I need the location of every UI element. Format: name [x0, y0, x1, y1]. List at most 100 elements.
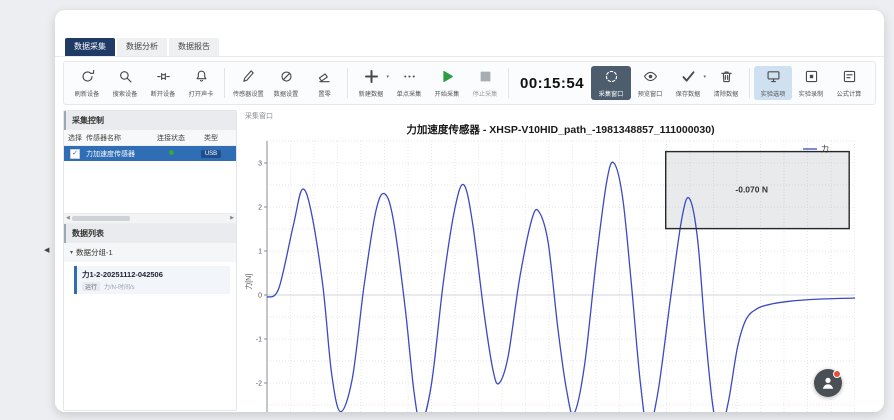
toolbar-separator: [224, 68, 225, 98]
person-icon: [820, 375, 836, 391]
sensor-name: 力加速度传感器: [86, 149, 148, 159]
tab-data-report[interactable]: 数据报告: [169, 38, 219, 56]
monitor-icon: [766, 69, 781, 86]
toolbar-button-label: 单点采集: [397, 88, 422, 98]
assistant-fab[interactable]: [814, 369, 842, 397]
start-collect-button[interactable]: 开始采集: [428, 66, 466, 100]
bell-icon: [194, 69, 209, 86]
collection-timer: 00:15:54: [520, 75, 584, 92]
toolbar-button-label: 新建数据: [359, 88, 384, 98]
experiment-options-button[interactable]: 实验选项: [754, 66, 792, 100]
preview-window-button[interactable]: 预览窗口: [631, 66, 669, 100]
chart-panel-label: 采集窗口: [243, 110, 878, 122]
svg-text:1: 1: [258, 249, 262, 256]
toolbar-button-label: 断开设备: [151, 88, 176, 98]
col-select: 选择: [64, 133, 86, 143]
data-list-header: 数据列表: [64, 224, 236, 243]
sensor-settings-button[interactable]: 传感器设置: [229, 66, 267, 100]
stop-collect-button[interactable]: 停止采集: [466, 66, 504, 100]
run-status-badge: 运行: [82, 282, 100, 291]
col-type: 类型: [194, 133, 228, 143]
toolbar-button-label: 公式计算: [837, 88, 862, 98]
scroll-right-arrow[interactable]: ▶: [228, 214, 236, 223]
toolbar-button-label: 搜索设备: [113, 88, 138, 98]
refresh-device-button[interactable]: 刷新设备: [68, 66, 106, 100]
sensor-table: 选择 传感器名称 连接状态 类型 ✓ 力加速度传感器 USB: [64, 130, 236, 161]
col-sensor-name: 传感器名称: [86, 133, 148, 143]
svg-text:0: 0: [258, 293, 262, 300]
scrollbar-track[interactable]: [72, 216, 228, 221]
toolbar-separator: [508, 68, 509, 98]
notification-dot: [833, 370, 841, 378]
usb-badge: USB: [201, 150, 221, 158]
formula-calc-button[interactable]: 公式计算: [830, 66, 868, 100]
toolbar-separator: [347, 68, 348, 98]
collect-window-button[interactable]: 采集窗口: [591, 66, 631, 100]
data-settings-button[interactable]: 数据设置: [267, 66, 305, 100]
sensor-table-header: 选择 传感器名称 连接状态 类型: [64, 130, 236, 146]
chevron-down-icon[interactable]: ▾: [386, 74, 389, 80]
data-group-row[interactable]: ▾ 数据分组-1: [64, 243, 236, 262]
data-item-axes: 力/N-时间/s: [104, 282, 135, 291]
eye-icon: [643, 69, 658, 86]
chevron-down-icon[interactable]: ▾: [704, 74, 707, 80]
scroll-left-arrow[interactable]: ◀: [64, 214, 72, 223]
trash-icon: [719, 69, 734, 86]
tab-data-acquisition[interactable]: 数据采集: [65, 38, 115, 56]
search-icon: [118, 69, 133, 86]
stop-icon: [478, 69, 493, 86]
left-panel: 采集控制 选择 传感器名称 连接状态 类型 ✓ 力加速度传感器 USB ◀: [63, 110, 237, 411]
clear-data-button[interactable]: 清除数据: [707, 66, 745, 100]
dashed-circle-icon: [604, 69, 619, 86]
horizontal-scrollbar[interactable]: ◀ ▶: [64, 213, 236, 224]
waveform-chart[interactable]: 3210-1-2力[N]-0.070 N力: [243, 137, 878, 412]
status-connected-dot: [169, 150, 174, 155]
toolbar-button-label: 置零: [318, 88, 330, 98]
sensor-table-empty-area: [64, 161, 236, 213]
toolbar-button-label: 停止采集: [473, 88, 498, 98]
svg-text:力[N]: 力[N]: [244, 274, 253, 290]
svg-text:力: 力: [821, 144, 829, 154]
toolbar-separator: [749, 68, 750, 98]
save-data-button[interactable]: 保存数据 ▾: [669, 66, 707, 100]
toolbar-button-label: 刷新设备: [75, 88, 100, 98]
toolbar-button-label: 开始采集: [435, 88, 460, 98]
toolbar-button-label: 打开声卡: [189, 88, 214, 98]
data-item[interactable]: 力1-2-20251112-042506 运行 力/N-时间/s: [74, 266, 230, 294]
check-icon: [681, 69, 696, 86]
svg-text:-2: -2: [256, 381, 262, 388]
toolbar-button-label: 数据设置: [274, 88, 299, 98]
toolbar: 刷新设备 搜索设备 断开设备 打开声卡 传感器设置数据设置 置零 新建数据 ▾ 单点采集 开始采集…: [63, 61, 876, 105]
chart-panel: 采集窗口 力加速度传感器 - XHSP-V10HID_path_-1981348…: [243, 110, 878, 411]
disconnect-device-button[interactable]: 断开设备: [144, 66, 182, 100]
zero-button[interactable]: 置零: [305, 66, 343, 100]
col-connection-status: 连接状态: [148, 133, 194, 143]
svg-text:2: 2: [258, 205, 262, 212]
toolbar-button-label: 预览窗口: [638, 88, 663, 98]
experiment-record-button[interactable]: 实验录制: [792, 66, 830, 100]
sensor-row[interactable]: ✓ 力加速度传感器 USB: [64, 146, 236, 161]
sensor-checkbox[interactable]: ✓: [70, 149, 80, 159]
toolbar-button-label: 清除数据: [714, 88, 739, 98]
slash-circle-icon: [279, 69, 294, 86]
sound-card-button[interactable]: 打开声卡: [182, 66, 220, 100]
new-data-button[interactable]: 新建数据 ▾: [352, 66, 390, 100]
play-icon: [440, 69, 455, 86]
toolbar-button-label: 保存数据: [676, 88, 701, 98]
data-item-title: 力1-2-20251112-042506: [82, 269, 225, 280]
app-window: 数据采集 数据分析 数据报告 刷新设备 搜索设备 断开设备 打开声卡 传感器设置数据设置…: [55, 10, 884, 412]
data-group-label: 数据分组-1: [76, 247, 113, 258]
collect-control-header: 采集控制: [64, 111, 236, 130]
plus-icon: [364, 69, 379, 86]
svg-text:3: 3: [258, 161, 262, 168]
scrollbar-thumb[interactable]: [72, 216, 130, 221]
panel-collapse-arrow[interactable]: ◀: [44, 246, 49, 254]
tab-data-analysis[interactable]: 数据分析: [117, 38, 167, 56]
dots-icon: [402, 69, 417, 86]
main-content: 采集控制 选择 传感器名称 连接状态 类型 ✓ 力加速度传感器 USB ◀: [55, 105, 884, 411]
single-point-button[interactable]: 单点采集: [390, 66, 428, 100]
expand-triangle-icon[interactable]: ▾: [70, 249, 73, 256]
search-device-button[interactable]: 搜索设备: [106, 66, 144, 100]
pen-icon: [241, 69, 256, 86]
chart-title: 力加速度传感器 - XHSP-V10HID_path_-1981348857_1…: [243, 122, 878, 137]
